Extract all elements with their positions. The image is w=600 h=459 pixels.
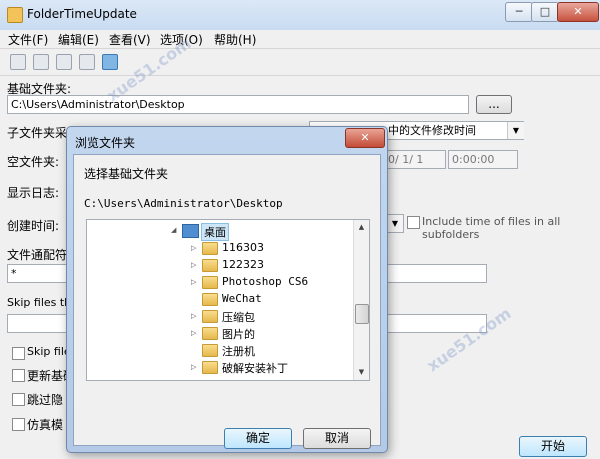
skip-hidden-label: 跳过隐 [27, 393, 64, 407]
wildcard-label: 文件通配符 [7, 248, 68, 262]
skip-files-checkbox[interactable] [12, 347, 25, 360]
cancel-button[interactable]: 取消 [303, 428, 371, 449]
scroll-down-icon[interactable]: ▼ [354, 365, 369, 380]
folder-tree[interactable]: ◢ 桌面 ▷ 116303 ▷ 122323 ▷ Photoshop CS6 W… [86, 219, 370, 381]
include-time-label: Include time of files in all subfolders [422, 215, 561, 241]
simulate-label: 仿真模 [27, 418, 64, 432]
menu-edit[interactable]: 编辑(E) [58, 31, 99, 48]
dialog-body: 选择基础文件夹 C:\Users\Administrator\Desktop ◢… [73, 154, 381, 449]
ok-button[interactable]: 确定 [224, 428, 292, 449]
menu-bar: 文件(F) 编辑(E) 查看(V) 选项(O) 帮助(H) [0, 30, 600, 48]
folder-icon [202, 310, 218, 323]
properties-icon[interactable] [56, 54, 72, 70]
folder-icon [202, 344, 218, 357]
tree-node-photoshop[interactable]: Photoshop CS6 [222, 275, 308, 288]
scroll-up-icon[interactable]: ▲ [354, 220, 369, 235]
tree-node-patch[interactable]: 破解安装补丁 [222, 360, 288, 376]
create-time-label: 创建时间: [7, 219, 60, 233]
title-bar: FolderTimeUpdate ─ □ ✕ [0, 0, 600, 31]
desktop-icon [182, 224, 199, 238]
expand-icon[interactable]: ▷ [191, 244, 196, 252]
browse-folder-dialog: 浏览文件夹 ✕ 选择基础文件夹 C:\Users\Administrator\D… [66, 126, 388, 453]
date-field[interactable]: 0/ 1/ 1 [384, 150, 446, 169]
folder-icon [202, 327, 218, 340]
window-title: FolderTimeUpdate [27, 7, 137, 21]
tree-node-desktop[interactable]: 桌面 [201, 223, 229, 241]
tree-node-116303[interactable]: 116303 [222, 241, 264, 254]
simulate-checkbox[interactable] [12, 418, 25, 431]
subfolder-combo-text: 中的文件修改时间 [388, 124, 476, 137]
menu-help[interactable]: 帮助(H) [214, 31, 256, 48]
tree-node-keygen[interactable]: 注册机 [222, 343, 255, 359]
base-folder-input[interactable]: C:\Users\Administrator\Desktop [7, 95, 469, 114]
tree-node-archives[interactable]: 压缩包 [222, 309, 255, 325]
show-log-label: 显示日志: [7, 186, 60, 200]
copy-icon[interactable] [33, 54, 49, 70]
find-icon[interactable] [79, 54, 95, 70]
empty-folder-label: 空文件夹: [7, 155, 60, 169]
collapse-icon[interactable]: ◢ [171, 226, 176, 234]
close-button[interactable]: ✕ [557, 2, 599, 22]
chevron-down-icon[interactable]: ▼ [507, 122, 524, 139]
toolbar [0, 48, 600, 76]
minimize-button[interactable]: ─ [505, 2, 533, 22]
expand-icon[interactable]: ▷ [191, 329, 196, 337]
folder-icon [202, 361, 218, 374]
folder-icon [202, 293, 218, 306]
menu-view[interactable]: 查看(V) [109, 31, 151, 48]
browse-button[interactable]: ... [476, 95, 512, 114]
time-field[interactable]: 0:00:00 [448, 150, 518, 169]
tree-node-pictures[interactable]: 图片的 [222, 326, 255, 342]
create-time-dropdown[interactable]: ▼ [386, 214, 404, 233]
tree-node-wechat[interactable]: WeChat [222, 292, 262, 305]
expand-icon[interactable]: ▷ [191, 261, 196, 269]
start-button[interactable]: 开始 [519, 436, 587, 457]
update-base-checkbox[interactable] [12, 369, 25, 382]
folder-icon [202, 276, 218, 289]
tree-node-122323[interactable]: 122323 [222, 258, 264, 271]
expand-icon[interactable]: ▷ [191, 312, 196, 320]
folder-icon [202, 259, 218, 272]
dialog-path: C:\Users\Administrator\Desktop [84, 197, 283, 210]
app-icon [7, 7, 23, 23]
dialog-title: 浏览文件夹 [75, 136, 136, 150]
scroll-thumb[interactable] [355, 304, 369, 324]
dialog-close-button[interactable]: ✕ [345, 128, 385, 148]
maximize-button[interactable]: □ [531, 2, 559, 22]
save-icon[interactable] [10, 54, 26, 70]
dialog-prompt: 选择基础文件夹 [84, 167, 169, 181]
tree-scrollbar[interactable]: ▲ ▼ [353, 220, 369, 380]
folder-icon [202, 242, 218, 255]
include-time-checkbox[interactable] [407, 216, 420, 229]
menu-file[interactable]: 文件(F) [8, 31, 48, 48]
expand-icon[interactable]: ▷ [191, 278, 196, 286]
subfolder-label: 子文件夹采 [7, 126, 68, 140]
exit-icon[interactable] [102, 54, 118, 70]
skip-hidden-checkbox[interactable] [12, 393, 25, 406]
expand-icon[interactable]: ▷ [191, 363, 196, 371]
